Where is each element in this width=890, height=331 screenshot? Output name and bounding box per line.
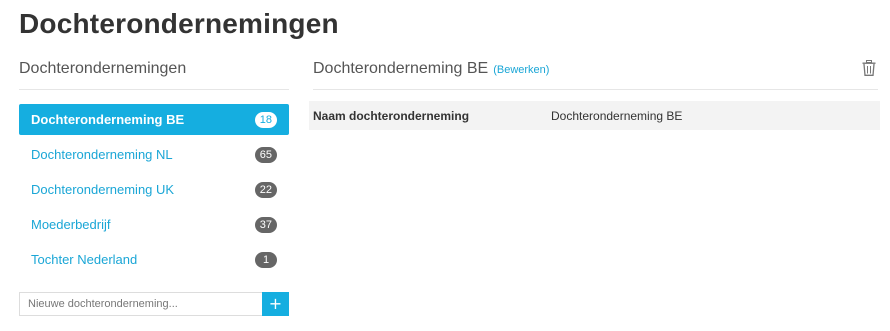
detail-field-row: Naam dochteronderneming Dochterondernemi… — [309, 101, 880, 130]
edit-link[interactable]: (Bewerken) — [493, 64, 549, 76]
new-subsidiary-input[interactable] — [19, 292, 262, 316]
count-badge: 18 — [254, 111, 277, 128]
sidebar-item-label: Dochteronderneming BE — [31, 112, 185, 127]
sidebar-item-label: Moederbedrijf — [31, 217, 111, 232]
subsidiary-list: Dochteronderneming BE 18 Dochterondernem… — [19, 104, 289, 279]
detail-header: Dochteronderneming BE (Bewerken) — [313, 60, 878, 90]
count-badge: 37 — [254, 216, 277, 233]
sidebar-item-tochter-nederland[interactable]: Tochter Nederland 1 — [19, 244, 289, 275]
new-subsidiary-form: + — [19, 292, 289, 316]
count-badge: 65 — [254, 146, 277, 163]
detail-title: Dochteronderneming BE — [313, 60, 489, 77]
sidebar-item-moederbedrijf[interactable]: Moederbedrijf 37 — [19, 209, 289, 240]
field-value: Dochteronderneming BE — [551, 108, 683, 123]
sidebar-item-label: Dochteronderneming UK — [31, 182, 175, 197]
add-subsidiary-button[interactable]: + — [262, 292, 289, 316]
trash-icon[interactable] — [862, 60, 876, 76]
sidebar-item-nl[interactable]: Dochteronderneming NL 65 — [19, 139, 289, 170]
sidebar-item-label: Dochteronderneming NL — [31, 147, 173, 162]
sidebar-heading: Dochterondernemingen — [19, 60, 289, 90]
sidebar-item-be[interactable]: Dochteronderneming BE 18 — [19, 104, 289, 135]
sidebar-item-uk[interactable]: Dochteronderneming UK 22 — [19, 174, 289, 205]
count-badge: 22 — [254, 181, 277, 198]
count-badge: 1 — [255, 251, 277, 268]
page-title: Dochterondernemingen — [19, 8, 339, 39]
sidebar-item-label: Tochter Nederland — [31, 252, 138, 267]
field-label: Naam dochteronderneming — [313, 108, 470, 123]
